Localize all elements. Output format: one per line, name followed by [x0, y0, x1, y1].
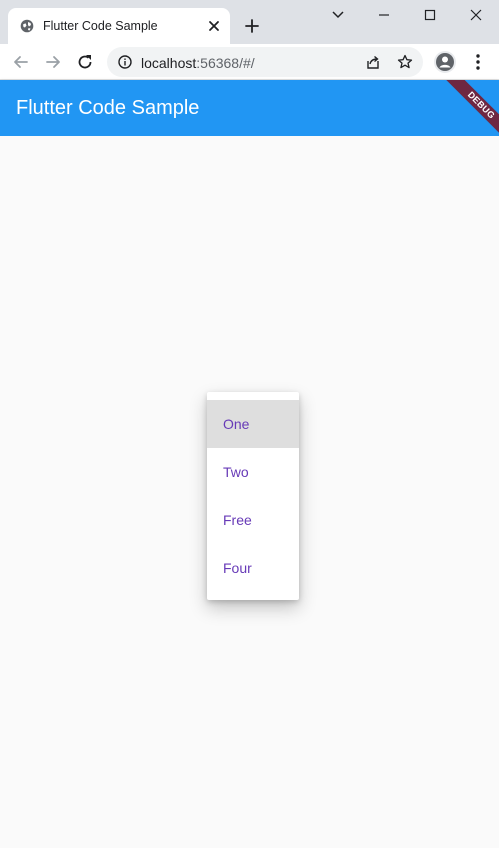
url-text: localhost:56368/#/ — [141, 55, 255, 71]
tab-search-chevron-down-icon[interactable] — [329, 6, 347, 24]
address-bar[interactable]: localhost:56368/#/ — [107, 47, 423, 77]
url-path: :56368/#/ — [196, 55, 255, 71]
bookmark-star-icon[interactable] — [397, 54, 413, 70]
app-bar: Flutter Code Sample DEBUG — [0, 80, 499, 136]
back-arrow-icon[interactable] — [11, 52, 31, 72]
profile-avatar[interactable] — [434, 51, 456, 73]
more-vert-icon[interactable] — [469, 52, 487, 72]
browser-tabstrip: Flutter Code Sample — [0, 0, 499, 44]
maximize-icon[interactable] — [421, 6, 439, 24]
site-info-icon[interactable] — [118, 55, 132, 69]
menu-item-free[interactable]: Free — [207, 496, 299, 544]
forward-arrow-icon[interactable] — [43, 52, 63, 72]
url-host: localhost — [141, 55, 197, 71]
menu-item-one[interactable]: One — [207, 400, 299, 448]
browser-toolbar: localhost:56368/#/ — [0, 44, 499, 80]
debug-banner: DEBUG — [441, 80, 499, 136]
minimize-icon[interactable] — [375, 6, 393, 24]
popup-menu: One Two Free Four — [207, 392, 299, 600]
share-icon[interactable] — [365, 54, 381, 70]
menu-item-two[interactable]: Two — [207, 448, 299, 496]
person-icon — [436, 53, 454, 71]
new-tab-plus-icon[interactable] — [243, 17, 261, 35]
globe-icon — [20, 19, 34, 33]
close-icon[interactable] — [206, 18, 222, 34]
tab-title: Flutter Code Sample — [43, 19, 158, 33]
reload-icon[interactable] — [75, 52, 95, 72]
page-title: Flutter Code Sample — [16, 97, 200, 119]
menu-item-four[interactable]: Four — [207, 544, 299, 592]
window-close-icon[interactable] — [467, 6, 485, 24]
browser-tab[interactable]: Flutter Code Sample — [8, 8, 230, 44]
